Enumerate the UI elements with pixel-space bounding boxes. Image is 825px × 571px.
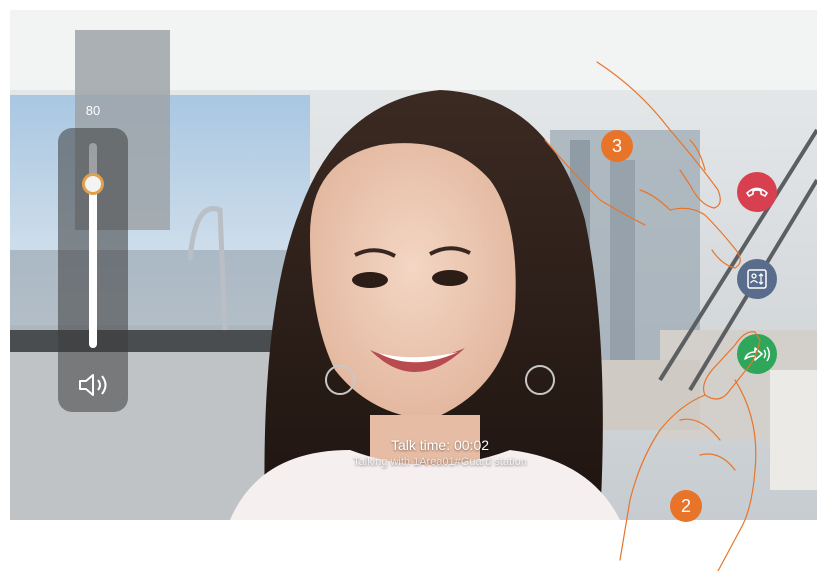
hangup-button[interactable] [737, 172, 777, 212]
talking-with-label: Talking with 1Area01#Guard station [353, 456, 527, 468]
contacts-button[interactable] [737, 259, 777, 299]
transfer-button[interactable] [737, 334, 777, 374]
volume-value: 80 [85, 103, 101, 118]
step-badge-3: 3 [601, 130, 633, 162]
step-badge-2: 2 [670, 490, 702, 522]
talk-time-label: Talk time: 00:02 [390, 437, 490, 453]
contacts-list-icon [747, 269, 767, 289]
volume-slider-fill [89, 184, 97, 348]
speaker-icon[interactable] [74, 370, 114, 400]
volume-slider-handle[interactable] [82, 173, 104, 195]
call-transfer-icon [744, 346, 770, 362]
phone-hangup-icon [746, 187, 768, 197]
video-call-screen: 80 Talk time: 00:02 Talking with 1Area01… [10, 10, 817, 520]
